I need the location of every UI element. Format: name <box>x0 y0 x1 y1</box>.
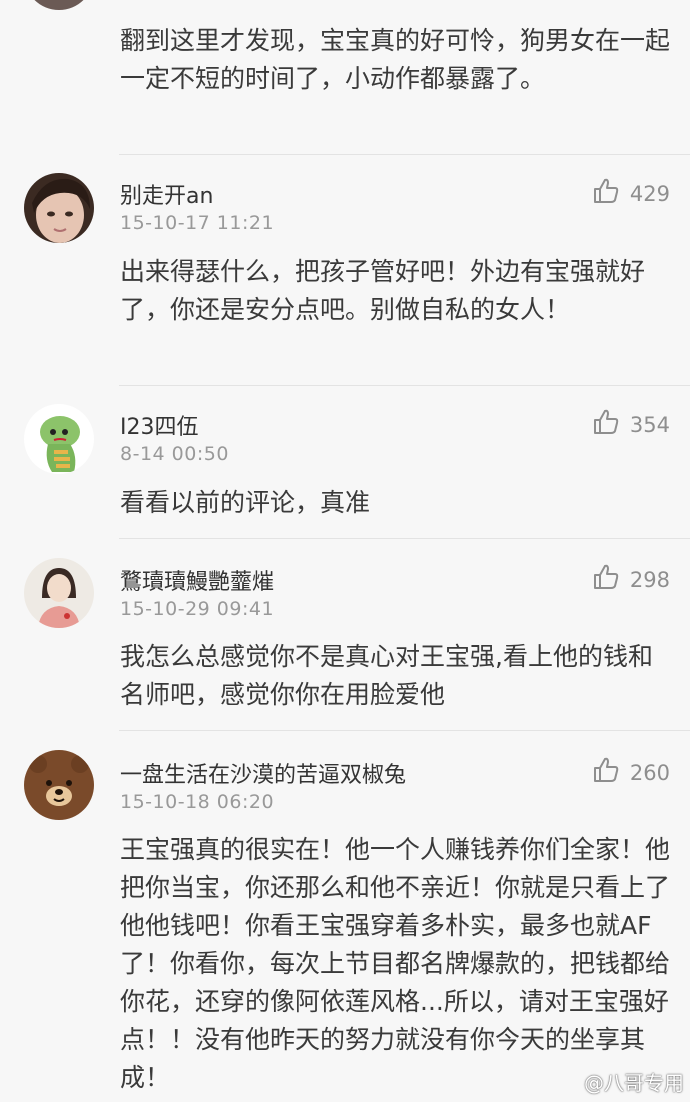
avatar[interactable] <box>24 404 94 474</box>
thumbs-up-icon <box>592 756 620 789</box>
comment-text: 看看以前的评论，真准 <box>120 488 371 517</box>
divider <box>119 730 690 731</box>
thumbs-up-icon <box>592 563 620 596</box>
divider <box>119 154 690 155</box>
watermark: @八哥专用 <box>584 1071 684 1095</box>
comment-time: 15-10-17 11:21 <box>120 212 275 234</box>
comment-text: 王宝强真的很实在！他一个人赚钱养你们全家！他把你当宝，你还那么和他不亲近！你就是… <box>120 835 671 1092</box>
commenter-name[interactable]: 鶩瓄瓄鰻艷虀熣 <box>120 564 274 596</box>
commenter-name[interactable]: 别走开an <box>120 178 213 210</box>
comment-text: 翻到这里才发现，宝宝真的好可怜，狗男女在一起一定不短的时间了，小动作都暴露了。 <box>120 26 671 93</box>
comment-time: 15-10-18 06:20 <box>120 791 275 813</box>
like-count: 354 <box>629 412 670 437</box>
divider <box>119 385 690 386</box>
like-count: 260 <box>629 760 670 785</box>
like-count: 429 <box>629 181 670 206</box>
like-count: 298 <box>629 567 670 592</box>
comment-text: 我怎么总感觉你不是真心对王宝强,看上他的钱和名师吧，感觉你你在用脸爱他 <box>120 642 653 709</box>
like-button[interactable]: 429 <box>592 177 670 210</box>
comment-time: 15-10-29 09:41 <box>120 598 275 620</box>
thumbs-up-icon <box>592 177 620 210</box>
avatar[interactable] <box>24 750 94 820</box>
like-button[interactable]: 298 <box>592 563 670 596</box>
commenter-name[interactable]: I23四伍 <box>120 409 198 441</box>
avatar[interactable] <box>24 0 94 10</box>
like-button[interactable]: 354 <box>592 408 670 441</box>
commenter-name[interactable]: 一盘生活在沙漠的苦逼双椒兔 <box>120 757 406 789</box>
comment-text: 出来得瑟什么，把孩子管好吧！外边有宝强就好了，你还是安分点吧。别做自私的女人！ <box>120 257 646 324</box>
comment-time: 8-14 00:50 <box>120 443 229 465</box>
thumbs-up-icon <box>592 408 620 441</box>
like-button[interactable]: 260 <box>592 756 670 789</box>
avatar[interactable] <box>24 558 94 628</box>
avatar[interactable] <box>24 173 94 243</box>
divider <box>119 538 690 539</box>
